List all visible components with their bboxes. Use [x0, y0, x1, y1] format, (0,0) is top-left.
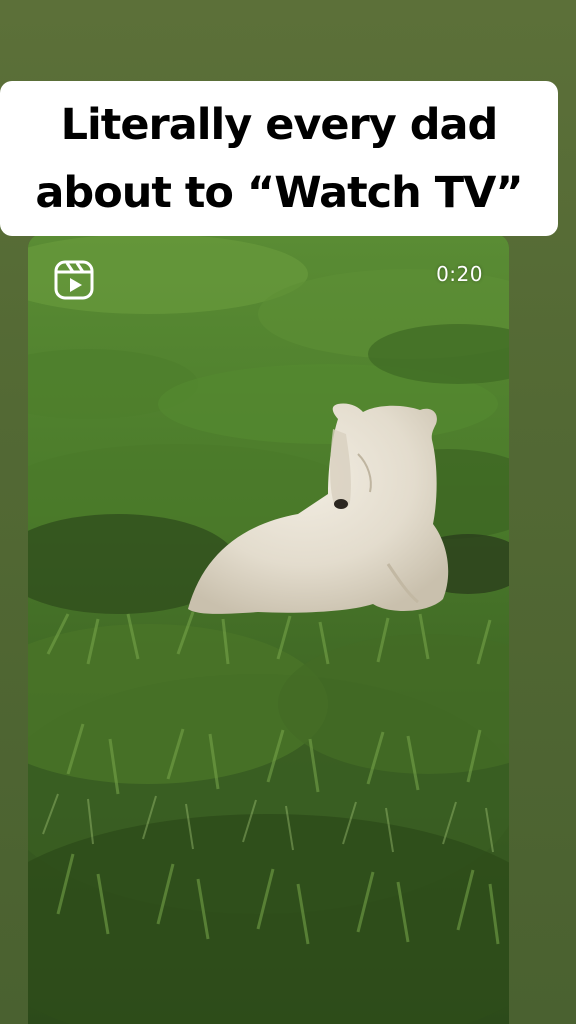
story-caption-box: Literally every dad about to “Watch TV” — [0, 81, 558, 236]
reel-video-card[interactable]: 0:20 — [28, 234, 509, 1024]
video-duration: 0:20 — [436, 262, 483, 286]
reels-icon — [54, 260, 94, 300]
video-thumbnail — [28, 234, 509, 1024]
story-caption-text: Literally every dad about to “Watch TV” — [35, 99, 523, 218]
